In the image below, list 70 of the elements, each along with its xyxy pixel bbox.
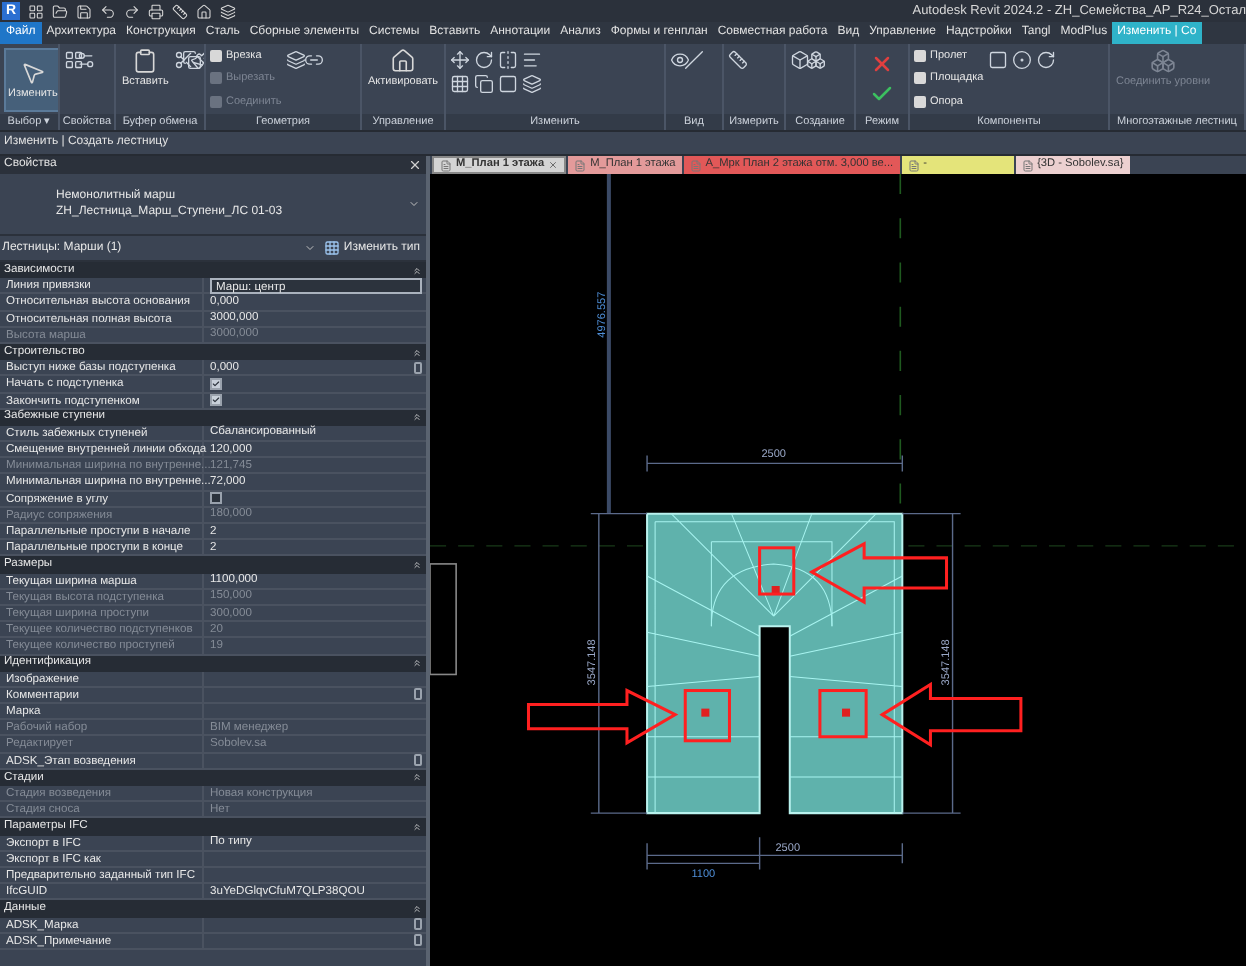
tool-icon[interactable] [987,50,1008,70]
tool-icon[interactable] [806,50,826,70]
document-icon [907,159,920,172]
property-checkbox[interactable] [210,377,222,390]
edit-button[interactable] [414,361,422,374]
tool-icon[interactable] [1011,50,1032,70]
edit-button[interactable] [414,918,422,931]
ribbon-button-icon [1150,48,1177,74]
tool-icon[interactable] [285,50,306,70]
collapse-icon[interactable] [412,772,422,783]
collapse-icon[interactable] [412,412,422,423]
tool-icon[interactable] [304,50,325,70]
toolbar-icon[interactable] [148,3,164,19]
tool-icon[interactable] [790,50,810,70]
document-icon [440,159,452,172]
toolbar-icon[interactable] [172,3,188,19]
tool-icon[interactable] [728,50,748,70]
tool-icon[interactable] [1035,50,1056,70]
tool-icon[interactable] [189,50,204,70]
highlight-box [758,546,796,596]
tool-icon[interactable] [474,50,494,70]
tool-icon[interactable] [498,74,518,94]
tool-icon[interactable] [64,50,84,70]
toolbar-icon[interactable] [220,3,236,19]
finish-icon[interactable] [870,82,894,106]
collapse-icon[interactable] [412,658,422,669]
edit-button[interactable] [414,688,422,701]
tool-icon[interactable] [174,50,195,70]
ribbon-button-icon [390,48,417,74]
view-frame [430,563,457,676]
toolbar-icon[interactable] [28,3,44,19]
toolbar-icon[interactable] [124,3,140,19]
toolbar-icon[interactable] [52,3,68,19]
grip-point [842,708,851,717]
collapse-icon[interactable] [412,265,422,276]
arrow-callout [879,681,1023,748]
highlight-box [683,689,731,743]
tool-icon[interactable] [522,50,542,70]
caret-icon[interactable] [408,198,420,210]
grip-point [701,708,710,717]
toolbar-icon[interactable] [100,3,116,19]
tool-icon[interactable] [181,50,202,70]
grid-icon [323,240,340,256]
tool-icon[interactable] [76,50,97,70]
collapse-icon[interactable] [412,559,422,570]
arrow-callout [808,541,949,605]
tool-icon[interactable] [683,50,703,70]
tool-icon[interactable] [474,74,494,94]
toolbar-icon[interactable] [196,3,212,19]
ribbon-button-icon [132,48,159,74]
highlight-box [818,689,868,739]
tool-icon[interactable] [498,50,518,70]
tool-icon[interactable] [450,50,470,70]
collapse-icon[interactable] [412,903,422,914]
property-checkbox[interactable] [210,492,222,505]
tool-icon[interactable] [450,74,470,94]
toolbar-icon[interactable] [76,3,92,19]
property-checkbox[interactable] [210,394,222,407]
document-icon [1021,159,1034,172]
edit-button[interactable] [414,754,422,767]
caret-icon [303,242,316,254]
grip-point [771,586,780,595]
tool-icon[interactable] [522,74,542,94]
document-icon [574,159,587,172]
tool-icon[interactable] [670,50,690,70]
document-icon [689,159,702,172]
collapse-icon[interactable] [412,347,422,358]
edit-button[interactable] [414,934,422,947]
ribbon-button-icon [19,59,46,85]
collapse-icon[interactable] [412,821,422,832]
